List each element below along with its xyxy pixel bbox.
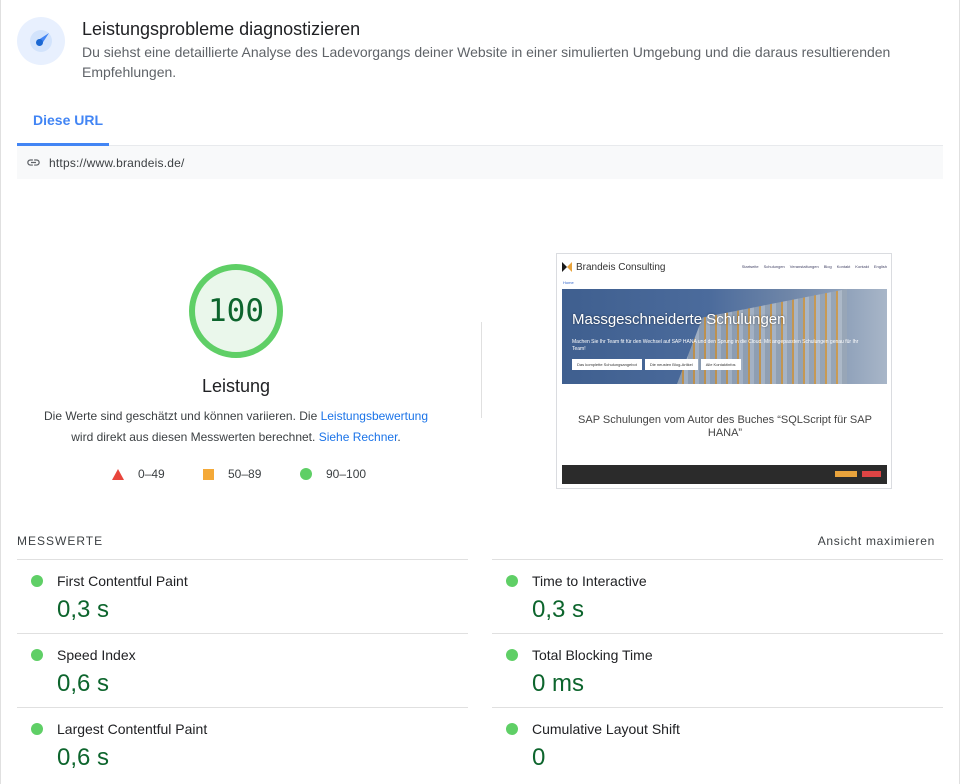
- thumb-hero-text: Machen Sie Ihr Team fit für den Wechsel …: [572, 339, 859, 352]
- pass-circle-icon: [31, 575, 43, 587]
- analyzed-url[interactable]: https://www.brandeis.de/: [49, 156, 185, 170]
- thumb-cookie-accept: [835, 471, 857, 477]
- metric-value: 0,3 s: [57, 596, 110, 623]
- thumb-nav-link: Schulungen: [763, 264, 785, 269]
- thumb-breadcrumb: Home: [563, 280, 574, 285]
- legend-range: 0–49: [138, 467, 165, 481]
- speedometer-icon: [17, 17, 65, 65]
- scoring-link[interactable]: Leistungsbewertung: [321, 409, 428, 423]
- legend-item-fail: 0–49: [112, 466, 165, 482]
- metric-label: Speed Index: [57, 647, 136, 663]
- thumb-caption: SAP Schulungen vom Autor des Buches “SQL…: [578, 414, 872, 439]
- calculator-link[interactable]: Siehe Rechner: [319, 430, 398, 444]
- score-label: Leistung: [201, 376, 271, 396]
- pass-circle-icon: [506, 575, 518, 587]
- tab-this-url[interactable]: Diese URL: [33, 112, 103, 128]
- score-desc-text-3: .: [397, 430, 401, 444]
- metric-value: 0,6 s: [57, 744, 110, 771]
- thumb-hero-button: Alle Kontaktinfos: [700, 359, 741, 370]
- legend-range: 50–89: [228, 467, 262, 481]
- url-bar: https://www.brandeis.de/: [17, 146, 943, 179]
- metric-largest-contentful-paint: Largest Contentful Paint 0,6 s: [17, 707, 468, 781]
- metric-label: Largest Contentful Paint: [57, 721, 208, 737]
- score-value: 100: [208, 293, 264, 329]
- metric-cumulative-layout-shift: Cumulative Layout Shift 0: [492, 707, 943, 781]
- average-square-icon: [203, 468, 214, 480]
- pass-circle-icon: [506, 649, 518, 661]
- thumb-hero-button: Die neusten Blog-Artikel: [644, 359, 698, 370]
- legend-range: 90–100: [326, 467, 367, 481]
- section-divider: [481, 322, 482, 418]
- page-screenshot[interactable]: Brandeis Consulting Startseite Schulunge…: [556, 253, 892, 489]
- thumb-nav-link: English: [873, 264, 887, 269]
- brand-logo-icon: [562, 262, 572, 272]
- thumb-nav-link: Startseite: [741, 264, 759, 269]
- page-description: Du siehst eine detaillierte Analyse des …: [82, 44, 891, 80]
- fail-triangle-icon: [112, 468, 124, 480]
- thumb-hero-buttons: Das komplette Schulungsangebot Die neust…: [572, 359, 741, 370]
- metric-value: 0,6 s: [57, 670, 110, 697]
- pass-circle-icon: [300, 468, 312, 480]
- metric-total-blocking-time: Total Blocking Time 0 ms: [492, 633, 943, 707]
- pass-circle-icon: [506, 723, 518, 735]
- thumb-nav-links: Startseite Schulungen Veranstaltungen Bl…: [742, 264, 887, 269]
- thumb-nav-link: Blog: [823, 264, 832, 269]
- legend-item-pass: 90–100: [300, 466, 366, 482]
- thumb-hero: Massgeschneiderte Schulungen Machen Sie …: [562, 289, 887, 384]
- legend-item-average: 50–89: [203, 466, 261, 482]
- expand-view-toggle[interactable]: Ansicht maximieren: [818, 534, 935, 548]
- pass-circle-icon: [31, 649, 43, 661]
- link-icon: [26, 155, 42, 171]
- metric-label: Total Blocking Time: [532, 647, 653, 663]
- metric-label: Time to Interactive: [532, 573, 647, 589]
- metric-label: Cumulative Layout Shift: [532, 721, 680, 737]
- score-desc-text: Die Werte sind geschätzt und können vari…: [43, 409, 321, 423]
- thumb-hero-title: Massgeschneiderte Schulungen: [572, 311, 786, 328]
- metric-time-to-interactive: Time to Interactive 0,3 s: [492, 559, 943, 633]
- pass-circle-icon: [31, 723, 43, 735]
- thumb-cookie-banner: [562, 465, 887, 484]
- thumb-hero-button: Das komplette Schulungsangebot: [572, 359, 642, 370]
- page-title: Leistungsprobleme diagnostizieren: [82, 19, 361, 39]
- thumb-navbar: Brandeis Consulting Startseite Schulunge…: [557, 254, 891, 280]
- metric-speed-index: Speed Index 0,6 s: [17, 633, 468, 707]
- thumb-nav-link: Veranstaltungen: [789, 264, 819, 269]
- metric-value: 0 ms: [532, 670, 585, 697]
- metric-value: 0,3 s: [532, 596, 585, 623]
- metrics-heading: MESSWERTE: [17, 534, 104, 548]
- metric-label: First Contentful Paint: [57, 573, 188, 589]
- thumb-nav-link: Kontakt: [855, 264, 869, 269]
- score-description: Die Werte sind geschätzt und können vari…: [20, 406, 452, 448]
- metric-first-contentful-paint: First Contentful Paint 0,3 s: [17, 559, 468, 633]
- thumb-brand: Brandeis Consulting: [576, 261, 666, 273]
- metric-value: 0: [532, 744, 546, 771]
- thumb-cookie-reject: [862, 471, 881, 477]
- score-desc-text-2: wird direkt aus diesen Messwerten berech…: [71, 430, 319, 444]
- thumb-nav-link: Kontakt: [836, 264, 851, 269]
